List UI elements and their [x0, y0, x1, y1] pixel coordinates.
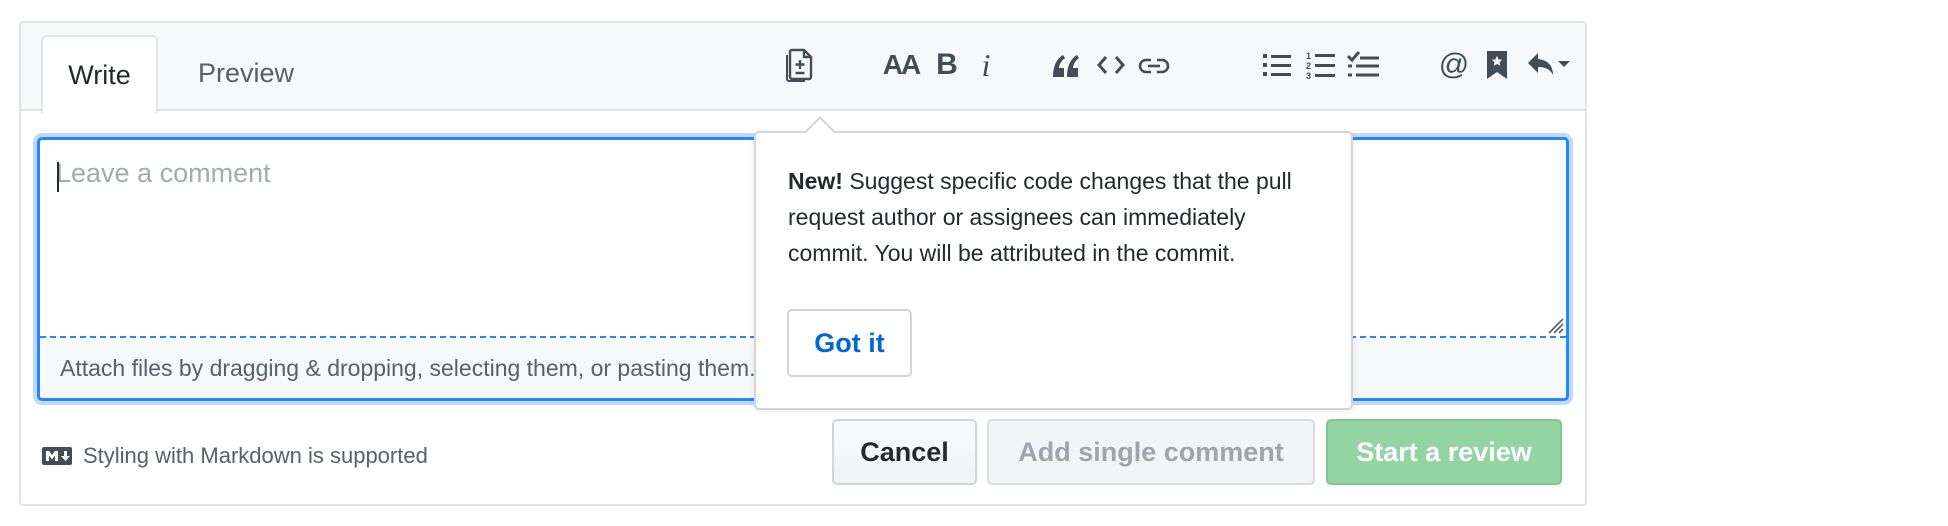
italic-icon[interactable]: i	[966, 45, 1006, 85]
bulleted-list-icon[interactable]	[1257, 45, 1297, 85]
quote-icon[interactable]	[1045, 45, 1085, 85]
start-review-button[interactable]: Start a review	[1326, 419, 1562, 485]
markdown-note: Styling with Markdown is supported	[41, 443, 428, 469]
tab-write[interactable]: Write	[41, 35, 158, 113]
popover-message: New! Suggest specific code changes that …	[788, 163, 1328, 271]
popover-arrow	[804, 116, 836, 133]
got-it-button[interactable]: Got it	[787, 309, 912, 377]
popover-new-label: New!	[788, 168, 843, 194]
numbered-list-icon[interactable]: 1 2 3	[1301, 45, 1341, 85]
suggestion-popover: New! Suggest specific code changes that …	[754, 116, 1353, 410]
resize-handle-icon[interactable]	[1544, 314, 1564, 334]
suggestion-icon[interactable]	[779, 45, 819, 85]
comment-form: Write Preview AA B i 1 2 3 @ Leave a com…	[19, 21, 1587, 506]
markdown-icon	[42, 447, 72, 465]
reply-icon[interactable]	[1521, 45, 1577, 85]
tab-preview[interactable]: Preview	[171, 35, 321, 111]
popover-body: Suggest specific code changes that the p…	[788, 168, 1292, 266]
bold-icon[interactable]: B	[927, 45, 967, 85]
code-icon[interactable]	[1091, 45, 1131, 85]
svg-text:3: 3	[1306, 71, 1311, 80]
svg-text:2: 2	[1306, 61, 1311, 71]
task-list-icon[interactable]	[1343, 45, 1383, 85]
markdown-note-text: Styling with Markdown is supported	[83, 443, 428, 468]
link-icon[interactable]	[1134, 45, 1174, 85]
header-icon[interactable]: AA	[881, 45, 921, 85]
cancel-button[interactable]: Cancel	[832, 419, 977, 485]
text-caret	[57, 162, 59, 192]
add-single-comment-button[interactable]: Add single comment	[987, 419, 1315, 485]
comment-header: Write Preview AA B i 1 2 3 @	[21, 23, 1585, 113]
reference-icon[interactable]	[1477, 45, 1517, 85]
svg-text:1: 1	[1306, 51, 1311, 61]
mention-icon[interactable]: @	[1434, 45, 1474, 85]
